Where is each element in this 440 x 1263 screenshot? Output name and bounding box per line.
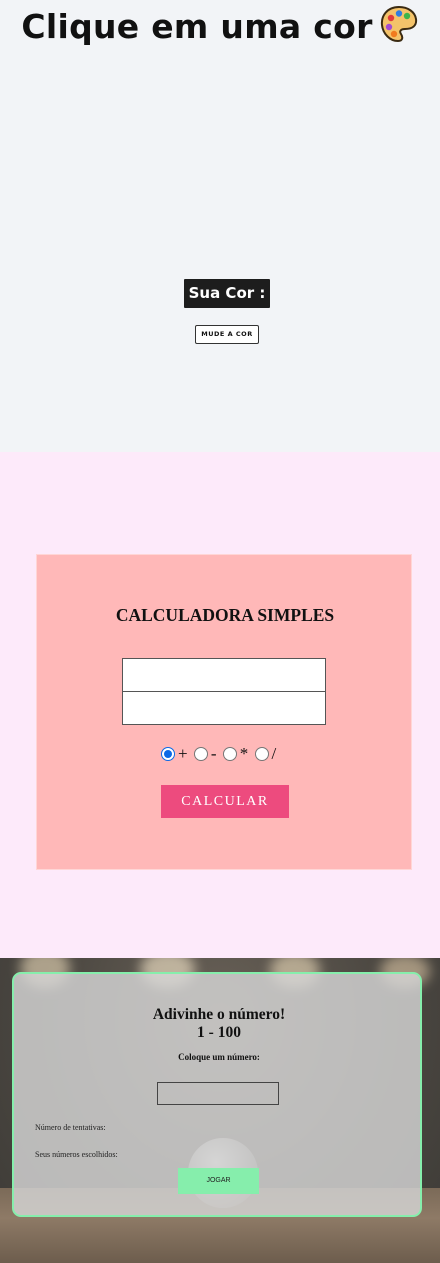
multiply-symbol: * <box>239 744 249 763</box>
divide-radio[interactable] <box>254 747 269 761</box>
subtract-symbol: - <box>210 744 217 763</box>
add-symbol: + <box>178 744 188 763</box>
your-color-display: Sua Cor : <box>184 279 270 308</box>
first-number-input[interactable] <box>122 658 326 692</box>
divide-symbol: / <box>271 744 277 763</box>
operation-divide[interactable]: / <box>254 744 277 764</box>
operation-add[interactable]: + <box>161 744 188 764</box>
guess-game-title: Adivinhe o número! <box>152 1006 286 1023</box>
guess-number-input[interactable] <box>157 1082 279 1105</box>
calculator-title: CALCULADORA SIMPLES <box>115 605 335 625</box>
guess-game-section: Adivinhe o número! 1 - 100 Coloque um nú… <box>0 958 440 1263</box>
color-picker-section: Clique em uma cor Sua Cor : MUDE A COR <box>0 0 440 452</box>
operation-subtract[interactable]: - <box>193 744 217 764</box>
calculate-button[interactable]: CALCULAR <box>161 785 289 818</box>
second-number-input[interactable] <box>122 691 326 725</box>
calculator-section: CALCULADORA SIMPLES + - * / CALCULAR <box>0 452 440 958</box>
color-picker-title: Clique em uma cor <box>0 4 440 46</box>
guess-game-panel: Adivinhe o número! 1 - 100 Coloque um nú… <box>12 972 422 1217</box>
subtract-radio[interactable] <box>193 747 208 761</box>
attempts-counter-label: Número de tentativas: <box>35 1123 106 1132</box>
artist-palette-icon <box>380 5 417 43</box>
change-color-button[interactable]: MUDE A COR <box>195 325 259 344</box>
operation-selector: + - * / <box>161 744 278 764</box>
chosen-numbers-label: Seus números escolhidos: <box>35 1150 118 1159</box>
guess-input-label: Coloque um número: <box>178 1052 260 1062</box>
operation-multiply[interactable]: * <box>222 744 249 764</box>
guess-range: 1 - 100 <box>197 1024 241 1041</box>
calculator-panel: CALCULADORA SIMPLES + - * / CALCULAR <box>36 554 412 870</box>
add-radio[interactable] <box>161 747 175 761</box>
play-button[interactable]: JOGAR <box>178 1168 259 1194</box>
multiply-radio[interactable] <box>222 747 237 761</box>
color-picker-title-text: Clique em uma cor <box>21 7 373 46</box>
